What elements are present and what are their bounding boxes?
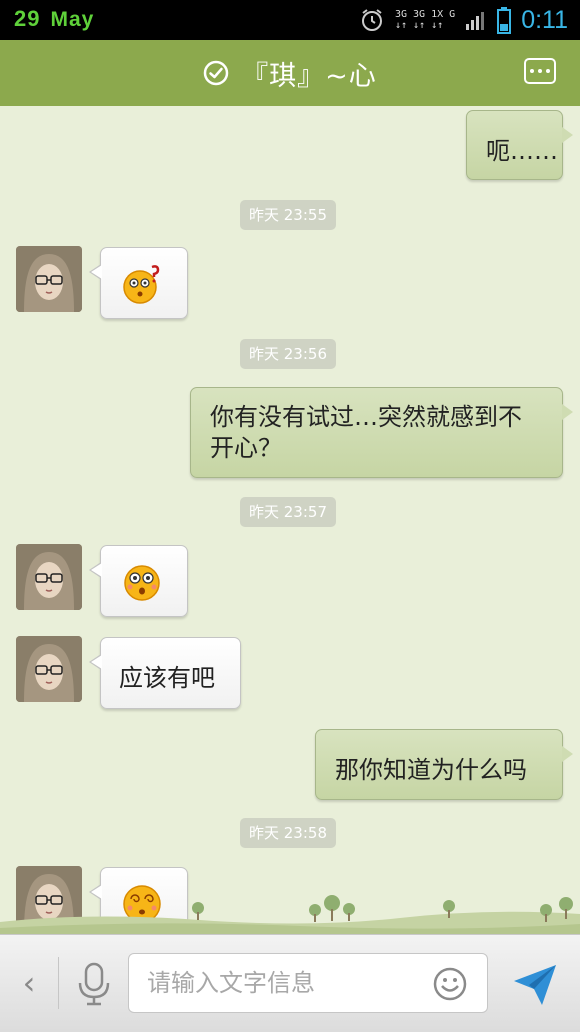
network-arrows: ↓↑ ↓↑ ↓↑ [394, 20, 444, 31]
more-icon [530, 69, 534, 73]
scenery-decoration [0, 895, 580, 934]
status-bar: 29 May 3G 3G 1X G ↓↑ ↓↑ ↓↑ 0:11 [0, 0, 580, 40]
message-outgoing[interactable]: 呃…… [466, 110, 573, 180]
more-icon-dot [538, 69, 542, 73]
status-time: 0:11 [521, 5, 568, 34]
status-date: 29 May [14, 6, 94, 32]
network-type-indicator: 3G 3G 1X G ↓↑ ↓↑ ↓↑ [395, 9, 455, 31]
message-text: 呃…… [486, 137, 558, 165]
surprised-emoji [124, 565, 160, 601]
message-text-line: 你有没有试过…突然就感到不 [210, 403, 522, 431]
more-options-button[interactable] [524, 58, 556, 84]
chevron-left-icon[interactable]: ‹ [14, 963, 44, 1003]
avatar[interactable] [16, 636, 82, 702]
message-input[interactable] [147, 954, 417, 1012]
status-indicators: 3G 3G 1X G ↓↑ ↓↑ ↓↑ 0:11 [359, 4, 568, 36]
check-circle-icon [203, 60, 229, 86]
chat-area[interactable]: 呃…… 昨天 23:55 昨天 23:56 你有没有试过…突然就感到不 开心？ … [0, 106, 580, 934]
title-wrap: 『琪』~心 [0, 40, 580, 106]
contact-name[interactable]: 『琪』~心 [241, 54, 377, 93]
avatar-image [16, 544, 82, 610]
message-outgoing[interactable]: 那你知道为什么吗 [315, 729, 573, 800]
alarm-icon [361, 9, 382, 31]
avatar-image [16, 246, 82, 312]
battery-icon [497, 7, 512, 34]
network-label: 3G 3G 1X G [394, 9, 456, 20]
divider [58, 957, 59, 1009]
message-incoming[interactable] [89, 247, 188, 319]
message-outgoing[interactable]: 你有没有试过…突然就感到不 开心？ [190, 387, 573, 478]
timestamp: 昨天 23:58 [240, 818, 336, 848]
message-text-line: 开心？ [210, 434, 282, 462]
more-icon-dot [546, 69, 550, 73]
message-incoming[interactable] [89, 545, 188, 617]
status-day: 29 [14, 6, 41, 31]
signal-icon [466, 12, 485, 30]
avatar[interactable] [16, 246, 82, 312]
message-incoming[interactable]: 应该有吧 [89, 637, 241, 709]
chat-header: 『琪』~心 [0, 40, 580, 112]
input-bar: ‹ [0, 934, 580, 1032]
dizzy-question-emoji [123, 265, 160, 304]
message-input-box[interactable] [128, 953, 488, 1013]
message-text: 应该有吧 [119, 664, 215, 692]
timestamp: 昨天 23:55 [240, 200, 336, 230]
avatar-image [16, 636, 82, 702]
message-text: 那你知道为什么吗 [335, 756, 527, 784]
microphone-icon[interactable] [76, 961, 112, 1007]
timestamp: 昨天 23:57 [240, 497, 336, 527]
send-icon[interactable] [512, 963, 558, 1007]
status-month: May [50, 8, 95, 31]
smiley-icon[interactable] [433, 967, 467, 1001]
avatar[interactable] [16, 544, 82, 610]
timestamp: 昨天 23:56 [240, 339, 336, 369]
